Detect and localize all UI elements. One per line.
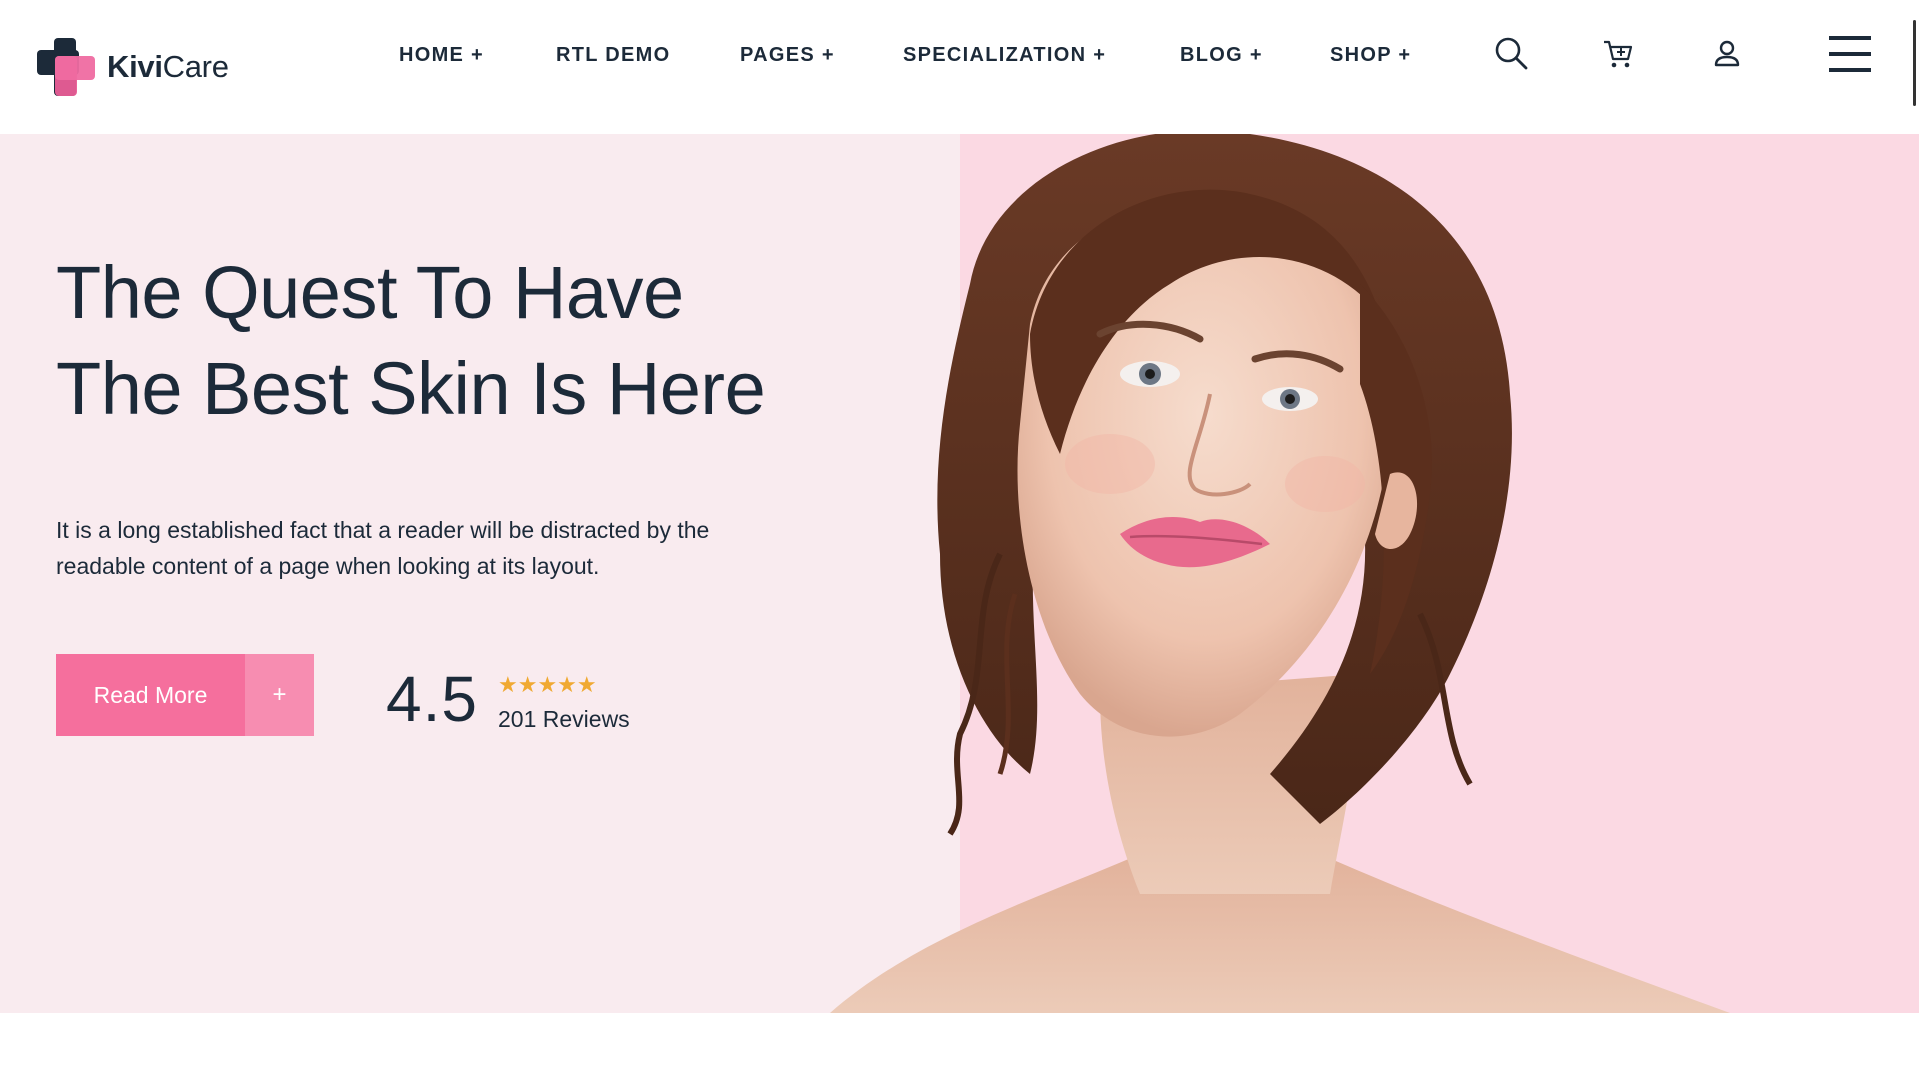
logo-text-bold: Kivi	[107, 49, 163, 84]
nav-home[interactable]: HOME +	[399, 44, 484, 67]
kivicare-logo[interactable]: KiviCare	[37, 38, 229, 96]
read-more-button[interactable]: Read More +	[56, 654, 314, 736]
read-more-label: Read More	[56, 654, 245, 736]
portrait-photo	[830, 134, 1730, 1013]
cart-icon[interactable]	[1602, 38, 1634, 70]
menu-icon[interactable]	[1829, 36, 1871, 72]
user-icon[interactable]	[1714, 40, 1740, 68]
hero-section: The Quest To Have The Best Skin Is Here …	[0, 134, 1919, 1013]
hero-description: It is a long established fact that a rea…	[56, 517, 710, 579]
hero-title-line1: The Quest To Have	[56, 251, 684, 334]
site-header: KiviCare HOME + RTL DEMO PAGES + SPECIAL…	[0, 0, 1919, 134]
logo-text-regular: Care	[162, 49, 229, 84]
logo-text: KiviCare	[107, 49, 229, 85]
rating-stars-icon: ★★★★★	[498, 672, 597, 697]
logo-cross-icon	[37, 38, 97, 96]
scrollbar[interactable]	[1913, 20, 1916, 106]
plus-icon: +	[245, 654, 314, 736]
nav-blog[interactable]: BLOG +	[1180, 44, 1263, 67]
nav-specialization[interactable]: SPECIALIZATION +	[903, 44, 1106, 67]
nav-pages[interactable]: PAGES +	[740, 44, 835, 67]
search-icon[interactable]	[1494, 36, 1528, 70]
rating-value: 4.5	[386, 663, 478, 735]
reviews-count: 201 Reviews	[498, 706, 630, 732]
nav-shop[interactable]: SHOP +	[1330, 44, 1411, 67]
nav-rtl-demo[interactable]: RTL DEMO	[556, 44, 670, 67]
hero-title-line2: The Best Skin Is Here	[56, 347, 766, 430]
